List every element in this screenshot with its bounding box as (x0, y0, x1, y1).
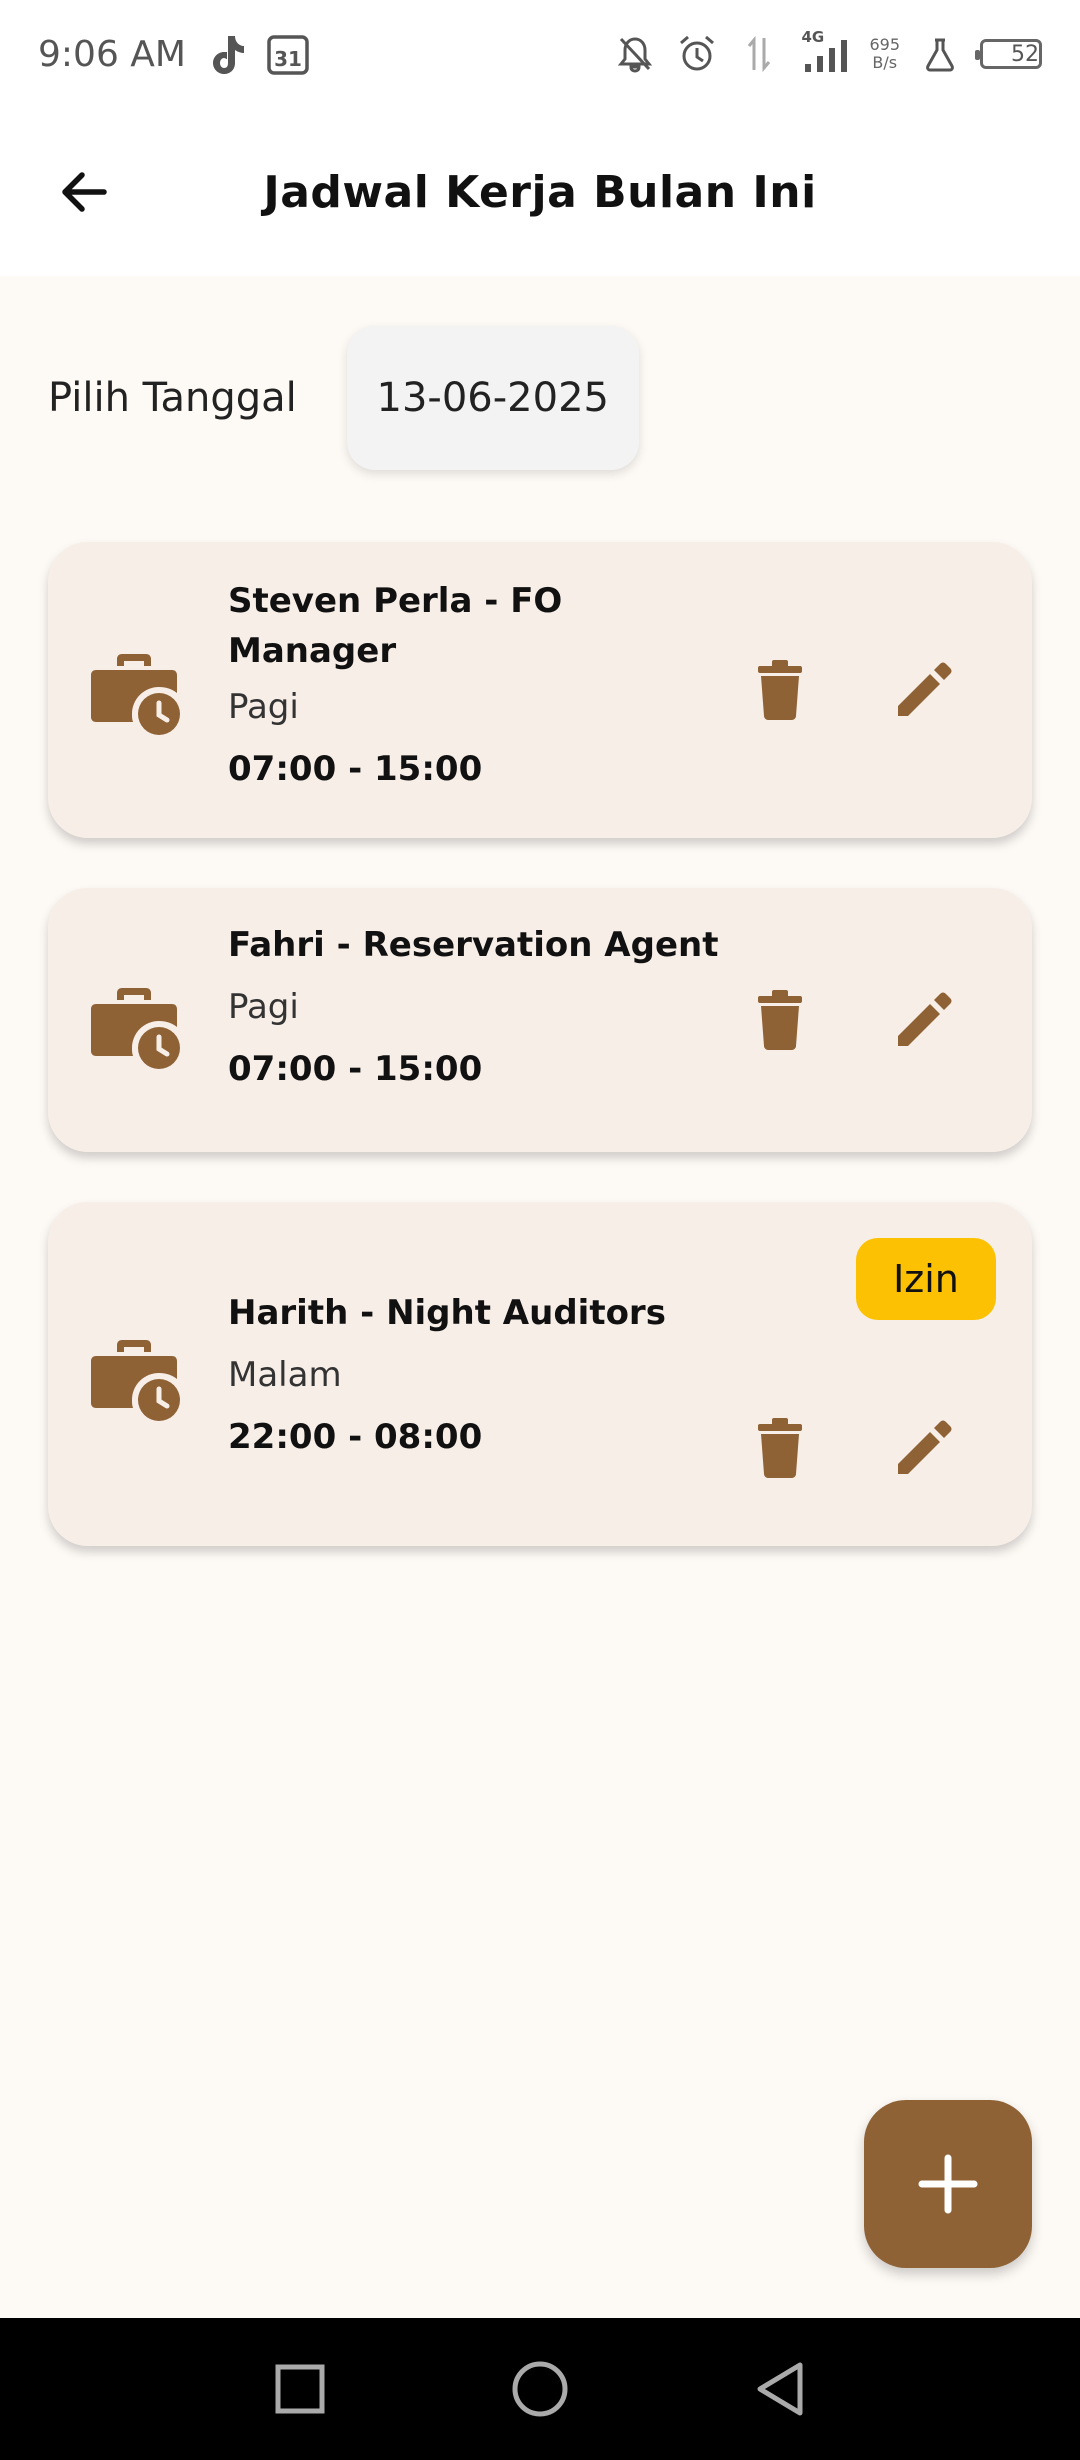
employee-name: Harith - Night Auditors (228, 1293, 666, 1333)
delete-button[interactable] (744, 1412, 816, 1484)
arrow-back-icon (62, 172, 107, 212)
system-nav-bar (0, 2318, 1080, 2460)
circle-icon (512, 2361, 568, 2417)
shift-time: 22:00 - 08:00 (228, 1417, 483, 1457)
plus-icon (918, 2154, 978, 2214)
back-nav-button[interactable] (740, 2349, 820, 2429)
work-history-icon (88, 1326, 188, 1426)
delete-button[interactable] (744, 654, 816, 726)
edit-button[interactable] (888, 1412, 960, 1484)
svg-text:31: 31 (274, 47, 302, 71)
status-bar: 9:06 AM 31 4G 695 B/s 52 (0, 0, 1080, 108)
page-title: Jadwal Kerja Bulan Ini (263, 166, 817, 218)
edit-button[interactable] (888, 654, 960, 726)
trash-icon (758, 1418, 802, 1478)
shift-name: Malam (228, 1355, 342, 1395)
status-badge: Izin (856, 1238, 996, 1320)
add-schedule-button[interactable] (864, 2100, 1032, 2268)
status-time: 9:06 AM (38, 33, 186, 75)
pencil-icon (898, 1420, 952, 1474)
network-type: 4G (801, 28, 825, 46)
triangle-back-icon (757, 2362, 803, 2416)
employee-name: Fahri - Reservation Agent (228, 925, 719, 965)
data-transfer-icon (737, 32, 781, 76)
network-speed: 695 B/s (869, 35, 900, 72)
schedule-card[interactable]: Izin Harith - Night Auditors Malam 22:00… (48, 1202, 1032, 1546)
battery-icon: 52 (975, 39, 1042, 69)
alarm-icon (675, 32, 719, 76)
schedule-card[interactable]: Fahri - Reservation Agent Pagi 07:00 - 1… (48, 888, 1032, 1152)
shift-name: Pagi (228, 987, 299, 1027)
work-history-icon (88, 640, 188, 740)
pencil-icon (898, 662, 952, 716)
app-bar: Jadwal Kerja Bulan Ini (0, 108, 1080, 276)
calendar-icon: 31 (266, 32, 310, 76)
employee-name: Steven Perla - FO Manager (228, 581, 563, 671)
back-button[interactable] (52, 160, 116, 224)
work-history-icon (88, 974, 188, 1074)
shift-time: 07:00 - 15:00 (228, 1049, 483, 1089)
pencil-icon (898, 992, 952, 1046)
content-area: Pilih Tanggal 13-06-2025 Steven Perla - … (0, 276, 1080, 2318)
notifications-off-icon (613, 32, 657, 76)
lab-flask-icon (918, 32, 962, 76)
trash-icon (758, 660, 802, 720)
shift-name: Pagi (228, 687, 299, 727)
shift-time: 07:00 - 15:00 (228, 749, 483, 789)
trash-icon (758, 990, 802, 1050)
date-label: Pilih Tanggal (48, 375, 297, 421)
edit-button[interactable] (888, 984, 960, 1056)
home-button[interactable] (500, 2349, 580, 2429)
date-picker-row: Pilih Tanggal 13-06-2025 (48, 326, 639, 470)
recent-apps-button[interactable] (260, 2349, 340, 2429)
square-icon (275, 2364, 325, 2414)
signal-icon: 4G (799, 28, 851, 76)
date-picker-button[interactable]: 13-06-2025 (346, 326, 639, 470)
schedule-card[interactable]: Steven Perla - FO Manager Pagi 07:00 - 1… (48, 542, 1032, 838)
delete-button[interactable] (744, 984, 816, 1056)
tiktok-icon (204, 32, 248, 76)
